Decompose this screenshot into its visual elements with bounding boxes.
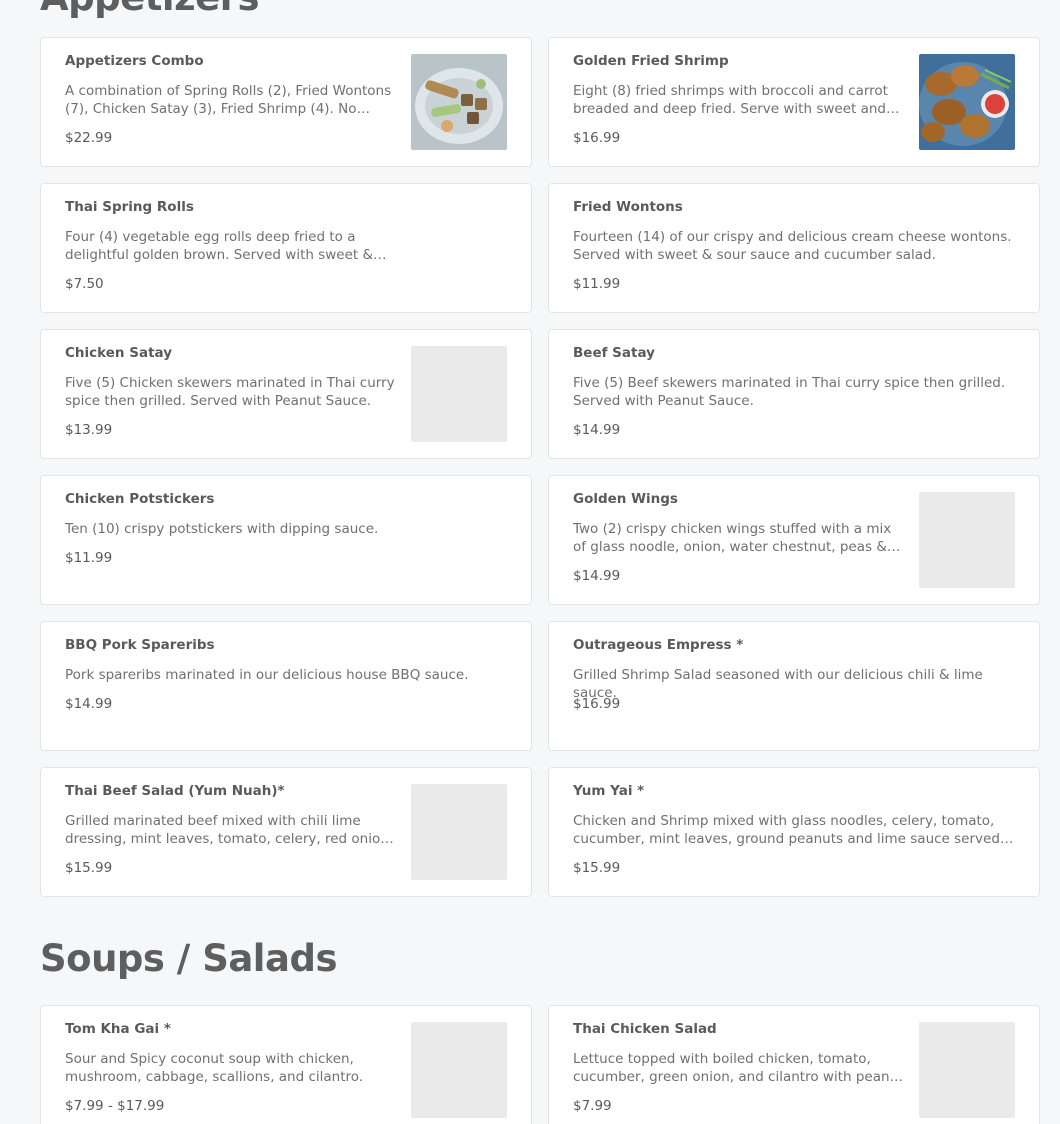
menu-item-name: Outrageous Empress * [573,637,744,653]
menu-item-name: Golden Wings [573,491,678,507]
menu-item-description: Sour and Spicy coconut soup with chicken… [65,1051,364,1085]
menu-page: Appetizers Appetizers Combo A combinatio… [0,0,1060,1124]
image-placeholder [411,784,507,880]
menu-item-price: $16.99 [573,130,621,146]
menu-item-price: $11.99 [573,276,621,292]
menu-item-description: Ten (10) crispy potstickers with dipping… [65,521,379,537]
menu-item-description: Grilled marinated beef mixed with chili … [65,813,389,847]
menu-item-price: $13.99 [65,422,113,438]
menu-item-name: Beef Satay [573,345,655,361]
menu-item-name: Appetizers Combo [65,53,204,69]
image-placeholder [411,346,507,442]
menu-item-name: Yum Yai * [573,783,645,799]
menu-item-price: $22.99 [65,130,113,146]
menu-item-description: Grilled Shrimp Salad seasoned with our d… [573,667,983,701]
menu-item-card[interactable]: Yum Yai * Chicken and Shrimp mixed with … [548,767,1040,897]
menu-item-description: Fourteen (14) of our crispy and deliciou… [573,229,1012,263]
image-placeholder [411,1022,507,1118]
menu-item-name: Fried Wontons [573,199,683,215]
menu-item-price: $14.99 [65,696,113,712]
image-placeholder [919,1022,1015,1118]
menu-item-card[interactable]: Thai Beef Salad (Yum Nuah)* Grilled mari… [40,767,532,897]
golden-fried-shrimp-photo [919,54,1015,150]
menu-item-name: Thai Beef Salad (Yum Nuah)* [65,783,285,799]
menu-item-description: Pork spareribs marinated in our deliciou… [65,667,469,683]
menu-item-price: $15.99 [573,860,621,876]
menu-item-card[interactable]: Outrageous Empress * Grilled Shrimp Sala… [548,621,1040,751]
menu-item-price: $7.50 [65,276,104,292]
menu-item-description: Lettuce topped with boiled chicken, toma… [573,1051,904,1085]
image-placeholder [919,492,1015,588]
menu-item-description: Five (5) Chicken skewers marinated in Th… [65,375,395,409]
menu-item-card[interactable]: Beef Satay Five (5) Beef skewers marinat… [548,329,1040,459]
menu-item-card[interactable]: BBQ Pork Spareribs Pork spareribs marina… [40,621,532,751]
menu-item-name: Thai Spring Rolls [65,199,194,215]
menu-item-name: Tom Kha Gai * [65,1021,171,1037]
menu-item-card[interactable]: Fried Wontons Fourteen (14) of our crisp… [548,183,1040,313]
menu-item-card[interactable]: Golden Wings Two (2) crispy chicken wing… [548,475,1040,605]
menu-item-price: $14.99 [573,422,621,438]
menu-item-name: BBQ Pork Spareribs [65,637,215,653]
menu-item-card[interactable]: Appetizers Combo A combination of Spring… [40,37,532,167]
appetizers-grid: Appetizers Combo A combination of Spring… [40,37,1040,897]
appetizers-combo-photo [411,54,507,150]
menu-item-card[interactable]: Chicken Potstickers Ten (10) crispy pots… [40,475,532,605]
menu-item-name: Chicken Potstickers [65,491,215,507]
menu-item-price: $11.99 [65,550,113,566]
menu-item-price: $7.99 [573,1098,612,1114]
menu-item-price: $14.99 [573,568,621,584]
menu-item-card[interactable]: Tom Kha Gai * Sour and Spicy coconut sou… [40,1005,532,1124]
menu-item-card[interactable]: Chicken Satay Five (5) Chicken skewers m… [40,329,532,459]
menu-item-description: Chicken and Shrimp mixed with glass nood… [573,813,1000,847]
menu-item-name: Chicken Satay [65,345,173,361]
menu-item-description: Five (5) Beef skewers marinated in Thai … [573,375,1006,409]
menu-item-price: $16.99 [573,696,621,712]
menu-item-description: Four (4) vegetable egg rolls deep fried … [65,229,374,263]
menu-item-name: Golden Fried Shrimp [573,53,729,69]
menu-item-description: Two (2) crispy chicken wings stuffed wit… [573,521,892,555]
menu-item-description: Eight (8) fried shrimps with broccoli an… [573,83,888,117]
menu-item-card[interactable]: Thai Chicken Salad Lettuce topped with b… [548,1005,1040,1124]
menu-item-card[interactable]: Thai Spring Rolls Four (4) vegetable egg… [40,183,532,313]
menu-item-card[interactable]: Golden Fried Shrimp Eight (8) fried shri… [548,37,1040,167]
menu-item-description: A combination of Spring Rolls (2), Fried… [65,83,392,117]
menu-item-name: Thai Chicken Salad [573,1021,717,1037]
menu-item-price: $7.99 - $17.99 [65,1098,165,1114]
section-title-soups-salads: Soups / Salads [40,937,337,980]
section-title-appetizers: Appetizers [40,0,259,20]
soups-salads-grid: Tom Kha Gai * Sour and Spicy coconut sou… [40,1005,1040,1124]
menu-item-price: $15.99 [65,860,113,876]
